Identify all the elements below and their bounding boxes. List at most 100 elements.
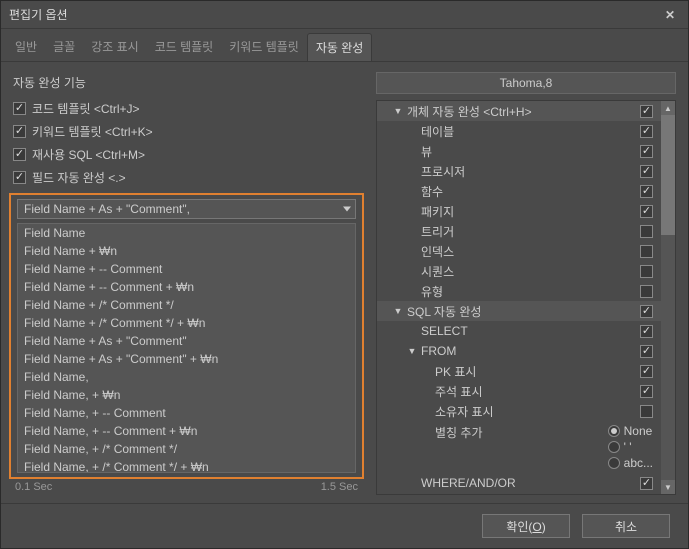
tree-row: SELECT	[377, 321, 661, 341]
tree-label: 소유자 표시	[433, 403, 640, 420]
font-selector[interactable]: Tahoma,8	[376, 72, 676, 94]
list-item[interactable]: Field Name + ₩n	[18, 242, 355, 260]
list-item[interactable]: Field Name, + /* Comment */ + ₩n	[18, 458, 355, 473]
section-title: 자동 완성 기능	[13, 74, 364, 91]
field-format-listbox[interactable]: Field NameField Name + ₩nField Name + --…	[17, 223, 356, 473]
tree-checkbox[interactable]	[640, 365, 653, 378]
tree-row: INSERT/DELETE/UPDATE	[377, 493, 661, 495]
check-row-3: 필드 자동 완성 <.>	[9, 166, 364, 189]
scrollbar[interactable]: ▲ ▼	[661, 101, 675, 494]
tree-label: 유형	[419, 283, 640, 300]
tree-label: 트리거	[419, 223, 640, 240]
radio[interactable]	[608, 441, 620, 453]
tab-1[interactable]: 글꼴	[45, 33, 83, 61]
font-label: Tahoma,8	[500, 76, 553, 90]
tree-label: 패키지	[419, 203, 640, 220]
list-item[interactable]: Field Name, + -- Comment + ₩n	[18, 422, 355, 440]
tab-4[interactable]: 키워드 템플릿	[221, 33, 307, 61]
tree-checkbox[interactable]	[640, 385, 653, 398]
tree-row: 별칭 추가None' 'abc...	[377, 421, 661, 473]
list-item[interactable]: Field Name + As + "Comment" + ₩n	[18, 350, 355, 368]
tab-5[interactable]: 자동 완성	[307, 33, 373, 61]
checkbox[interactable]	[13, 102, 26, 115]
tree-row: 테이블	[377, 121, 661, 141]
list-item[interactable]: Field Name + -- Comment	[18, 260, 355, 278]
tree-label: 함수	[419, 183, 640, 200]
tree-checkbox[interactable]	[640, 405, 653, 418]
expand-icon[interactable]: ▼	[391, 306, 405, 316]
tab-3[interactable]: 코드 템플릿	[147, 33, 222, 61]
ok-label: 확인(O)	[506, 518, 545, 535]
tree-row: ▼개체 자동 완성 <Ctrl+H>	[377, 101, 661, 121]
tree-label: FROM	[419, 344, 640, 358]
list-item[interactable]: Field Name, + ₩n	[18, 386, 355, 404]
check-row-1: 키워드 템플릿 <Ctrl+K>	[9, 120, 364, 143]
radio-group: None' 'abc...	[604, 424, 653, 470]
radio[interactable]	[608, 425, 620, 437]
tree-checkbox[interactable]	[640, 185, 653, 198]
ok-button[interactable]: 확인(O)	[482, 514, 570, 538]
tree-row: ▼SQL 자동 완성	[377, 301, 661, 321]
scroll-up-button[interactable]: ▲	[661, 101, 675, 115]
radio-row: abc...	[608, 456, 653, 470]
tree-label: PK 표시	[433, 363, 640, 380]
field-format-dropdown[interactable]: Field Name + As + "Comment",	[17, 199, 356, 219]
list-item[interactable]: Field Name, + /* Comment */	[18, 440, 355, 458]
list-item[interactable]: Field Name + -- Comment + ₩n	[18, 278, 355, 296]
expand-icon[interactable]: ▼	[391, 106, 405, 116]
options-tree: ▼개체 자동 완성 <Ctrl+H>테이블뷰프로시저함수패키지트리거인덱스시퀀스…	[376, 100, 676, 495]
checkbox[interactable]	[13, 171, 26, 184]
scroll-down-button[interactable]: ▼	[661, 480, 675, 494]
tree-checkbox[interactable]	[640, 125, 653, 138]
tree-checkbox[interactable]	[640, 205, 653, 218]
close-button[interactable]: ✕	[660, 5, 680, 25]
tree-label: 별칭 추가	[433, 424, 604, 441]
tree-checkbox[interactable]	[640, 305, 653, 318]
tree-label: WHERE/AND/OR	[419, 476, 640, 490]
list-item[interactable]: Field Name + /* Comment */ + ₩n	[18, 314, 355, 332]
tree-row: 인덱스	[377, 241, 661, 261]
delay-max: 1.5 Sec	[321, 481, 358, 493]
tree-row: 유형	[377, 281, 661, 301]
chevron-down-icon	[343, 207, 351, 212]
radio[interactable]	[608, 457, 620, 469]
dialog-title: 편집기 옵션	[9, 6, 660, 23]
tree-checkbox[interactable]	[640, 225, 653, 238]
tree-checkbox[interactable]	[640, 145, 653, 158]
tab-bar: 일반글꼴강조 표시코드 템플릿키워드 템플릿자동 완성	[1, 29, 688, 62]
tree-row: 패키지	[377, 201, 661, 221]
check-row-2: 재사용 SQL <Ctrl+M>	[9, 143, 364, 166]
list-item[interactable]: Field Name	[18, 224, 355, 242]
tree-checkbox[interactable]	[640, 345, 653, 358]
tree-checkbox[interactable]	[640, 265, 653, 278]
list-item[interactable]: Field Name + As + "Comment"	[18, 332, 355, 350]
expand-icon[interactable]: ▼	[405, 346, 419, 356]
delay-min: 0.1 Sec	[15, 481, 52, 493]
checkbox[interactable]	[13, 148, 26, 161]
check-row-0: 코드 템플릿 <Ctrl+J>	[9, 97, 364, 120]
tree-label: 시퀀스	[419, 263, 640, 280]
tab-2[interactable]: 강조 표시	[83, 33, 147, 61]
tree-checkbox[interactable]	[640, 285, 653, 298]
list-item[interactable]: Field Name, + -- Comment	[18, 404, 355, 422]
tree-label: SELECT	[419, 324, 640, 338]
tree-label: 주석 표시	[433, 383, 640, 400]
tree-checkbox[interactable]	[640, 325, 653, 338]
checkbox[interactable]	[13, 125, 26, 138]
tree-row: 주석 표시	[377, 381, 661, 401]
scrollbar-thumb[interactable]	[661, 115, 675, 235]
tree-checkbox[interactable]	[640, 105, 653, 118]
tab-0[interactable]: 일반	[7, 33, 45, 61]
tree-checkbox[interactable]	[640, 477, 653, 490]
tree-label: 뷰	[419, 143, 640, 160]
list-item[interactable]: Field Name + /* Comment */	[18, 296, 355, 314]
tree-row: ▼FROM	[377, 341, 661, 361]
tree-checkbox[interactable]	[640, 165, 653, 178]
radio-label: abc...	[624, 456, 653, 470]
tree-row: PK 표시	[377, 361, 661, 381]
tree-checkbox[interactable]	[640, 245, 653, 258]
radio-label: ' '	[624, 440, 632, 454]
tree-row: 뷰	[377, 141, 661, 161]
cancel-button[interactable]: 취소	[582, 514, 670, 538]
list-item[interactable]: Field Name,	[18, 368, 355, 386]
